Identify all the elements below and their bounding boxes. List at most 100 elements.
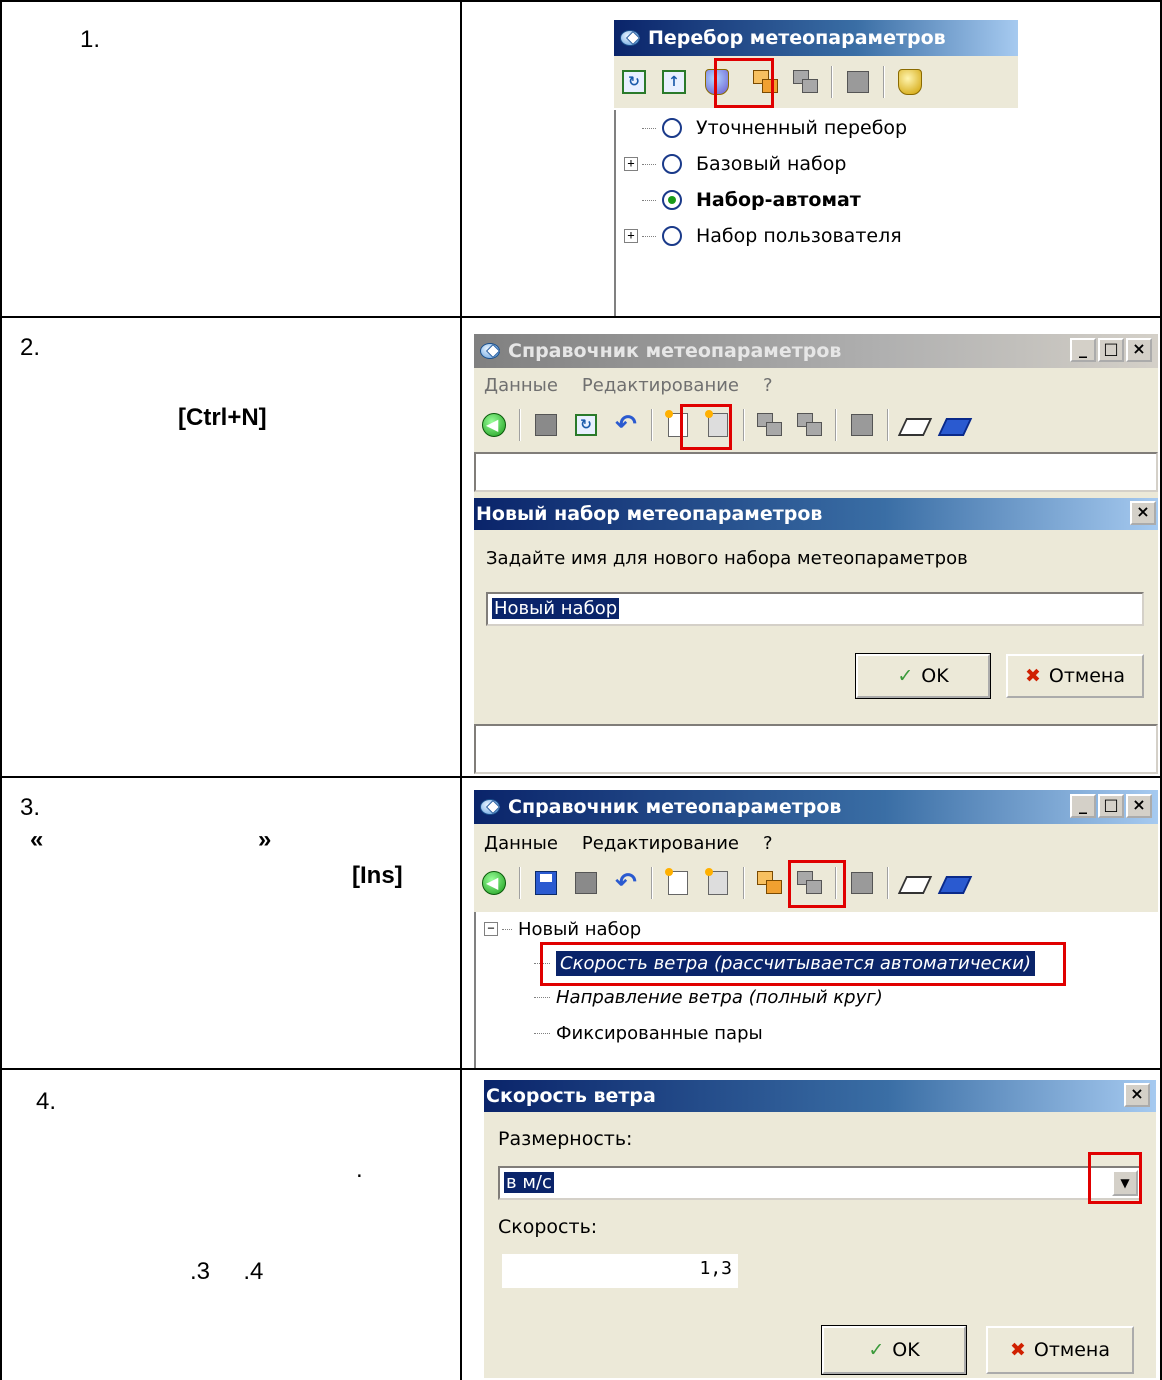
close-button[interactable]: ×: [1124, 1083, 1150, 1107]
menu-help[interactable]: ?: [763, 375, 773, 396]
expand-icon[interactable]: +: [624, 229, 638, 243]
cancel-icon: ✖: [1009, 1339, 1026, 1361]
save-icon[interactable]: [531, 868, 561, 898]
close-button[interactable]: ×: [1126, 794, 1152, 818]
tree-connector: [534, 996, 550, 998]
blue-book-icon[interactable]: [939, 868, 969, 898]
calculate-icon[interactable]: [895, 67, 925, 97]
ok-button[interactable]: ✓ OK: [821, 1325, 967, 1375]
menu-data[interactable]: Данные: [484, 833, 558, 854]
tree-root-label: Новый набор: [518, 918, 642, 940]
window-title: Справочник метеопараметров: [508, 340, 842, 362]
remove-param-icon[interactable]: [795, 410, 825, 440]
ok-button[interactable]: ✓ OK: [855, 653, 991, 699]
dialog-titlebar: Новый набор метеопараметров ×: [474, 498, 1158, 530]
menu-edit[interactable]: Редактирование: [582, 375, 739, 396]
panel-edge: [614, 110, 616, 316]
params-tree: − Новый набор Скорость ветра (рассчитыва…: [474, 912, 1158, 1068]
toolbar-separator: [887, 409, 889, 441]
collapse-icon[interactable]: −: [484, 922, 498, 936]
close-button[interactable]: ×: [1130, 501, 1156, 525]
step-number: 3.: [20, 794, 41, 821]
new-set-icon[interactable]: [663, 868, 693, 898]
wind-speed-dialog: Скорость ветра × Размерность: в м/с ▼ Ск…: [484, 1080, 1156, 1378]
dimension-select[interactable]: в м/с ▼: [498, 1166, 1142, 1200]
refresh-icon[interactable]: ↻: [619, 67, 649, 97]
window-titlebar: Справочник метеопараметров _ □ ×: [474, 790, 1158, 824]
minimize-button[interactable]: _: [1070, 338, 1096, 362]
save-icon[interactable]: [531, 410, 561, 440]
maximize-button[interactable]: □: [1098, 794, 1124, 818]
minimize-button[interactable]: _: [1070, 794, 1096, 818]
window-titlebar: Справочник метеопараметров _ □ ×: [474, 334, 1158, 368]
back-icon[interactable]: [479, 868, 509, 898]
cancel-button[interactable]: ✖ Отмена: [986, 1326, 1134, 1374]
radio-icon[interactable]: [662, 118, 682, 138]
tree-item[interactable]: Уточненный перебор: [624, 112, 907, 144]
app-icon: [478, 340, 504, 362]
menubar: Данные Редактирование ?: [474, 828, 1158, 858]
toolbar-separator: [743, 409, 745, 441]
menu-edit[interactable]: Редактирование: [582, 833, 739, 854]
shortcut-label: [Ins]: [352, 862, 403, 889]
back-icon[interactable]: [479, 410, 509, 440]
import-icon[interactable]: ↑: [659, 67, 689, 97]
tree-connector: [534, 1032, 550, 1034]
open-book-icon[interactable]: [899, 410, 929, 440]
maximize-button[interactable]: □: [1098, 338, 1124, 362]
speed-label: Скорость:: [498, 1216, 598, 1238]
tree-connector: [642, 127, 656, 129]
step-number: 2.: [20, 334, 41, 361]
dialog-title: Новый набор метеопараметров: [476, 503, 823, 525]
dialog-prompt: Задайте имя для нового набора метеопарам…: [486, 548, 968, 569]
radio-icon[interactable]: [662, 226, 682, 246]
delete-set-icon[interactable]: [703, 868, 733, 898]
revert-icon[interactable]: [571, 868, 601, 898]
tree-item-label: Фиксированные пары: [556, 1022, 763, 1044]
menu-help[interactable]: ?: [763, 833, 773, 854]
window-controls: ×: [1124, 1083, 1150, 1107]
tree-item[interactable]: + Набор пользователя: [624, 220, 902, 252]
undo-icon[interactable]: ↶: [611, 868, 641, 898]
quote-close: »: [258, 826, 272, 853]
edit-icon[interactable]: [847, 410, 877, 440]
tree-item-label: Уточненный перебор: [696, 117, 908, 139]
radio-selected-icon[interactable]: [662, 190, 682, 210]
tree-item[interactable]: Направление ветра (полный круг): [534, 982, 883, 1012]
toolbar-separator: [743, 867, 745, 899]
window-title: Перебор метеопараметров: [648, 27, 946, 49]
tree-item[interactable]: Фиксированные пары: [534, 1018, 763, 1048]
check-icon: ✓: [897, 665, 914, 687]
add-param-icon[interactable]: [755, 410, 785, 440]
menu-data[interactable]: Данные: [484, 375, 558, 396]
tree-item[interactable]: + Базовый набор: [624, 148, 846, 180]
tree-root[interactable]: − Новый набор: [484, 914, 641, 944]
meteo-reference-window: Справочник метеопараметров _ □ × Данные …: [474, 334, 1158, 774]
add-param-button[interactable]: [755, 868, 785, 898]
open-book-icon[interactable]: [899, 868, 929, 898]
tree-item[interactable]: Набор-автомат: [624, 184, 861, 216]
table-divider: [0, 316, 1162, 318]
menubar: Данные Редактирование ?: [474, 370, 1158, 400]
speed-input[interactable]: 1,3: [502, 1254, 738, 1288]
close-button[interactable]: ×: [1126, 338, 1152, 362]
undo-icon[interactable]: ↶: [611, 410, 641, 440]
cancel-label: Отмена: [1033, 1339, 1111, 1361]
edit-icon[interactable]: [843, 67, 873, 97]
meteo-reference-window: Справочник метеопараметров _ □ × Данные …: [474, 790, 1158, 1068]
refresh-icon[interactable]: ↻: [571, 410, 601, 440]
blue-book-icon[interactable]: [939, 410, 969, 440]
set-name-input[interactable]: Новый набор: [486, 592, 1144, 626]
cancel-button[interactable]: ✖ Отмена: [1006, 654, 1144, 698]
radio-icon[interactable]: [662, 154, 682, 174]
quote-open: «: [30, 826, 44, 853]
tree: − Новый набор Скорость ветра (рассчитыва…: [484, 914, 1154, 1064]
edit-icon[interactable]: [847, 868, 877, 898]
app-icon: [478, 796, 504, 818]
highlight-box: [680, 404, 732, 450]
window-controls: _ □ ×: [1070, 338, 1152, 362]
expand-icon[interactable]: +: [624, 157, 638, 171]
highlight-box: [540, 942, 1066, 986]
remove-param-icon[interactable]: [791, 67, 821, 97]
tree-connector: [642, 199, 656, 201]
